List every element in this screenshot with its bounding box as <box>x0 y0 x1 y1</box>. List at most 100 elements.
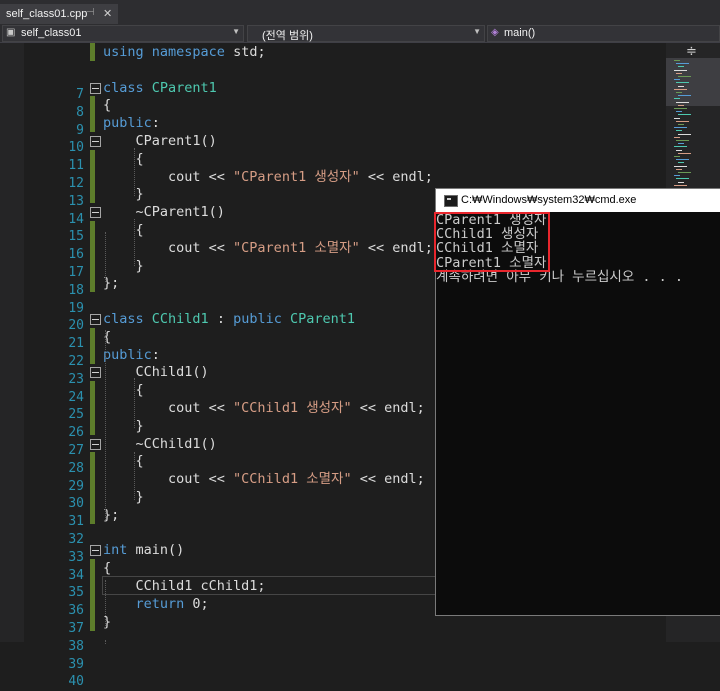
collapse-icon[interactable] <box>90 367 101 379</box>
indent-guide <box>105 330 106 520</box>
line-number: 15 <box>68 229 84 245</box>
scope-dropdown-label: (전역 범위) <box>262 30 313 42</box>
console-window[interactable]: C:₩Windows₩system32₩cmd.exe CParent1 생성자… <box>434 188 720 616</box>
change-marker <box>90 594 95 613</box>
code-line[interactable]: } <box>103 417 144 435</box>
change-marker <box>90 274 95 293</box>
code-line[interactable]: { <box>103 559 111 577</box>
line-number: 32 <box>68 532 84 547</box>
code-line[interactable]: class CParent1 <box>103 79 217 97</box>
change-marker <box>90 221 95 239</box>
minimap-line <box>678 181 684 183</box>
line-number: 28 <box>68 460 84 476</box>
change-marker <box>90 149 95 168</box>
line-number: 33 <box>68 549 84 565</box>
output-highlight-box <box>434 212 550 272</box>
method-icon: ◈ <box>491 27 499 38</box>
line-number: 39 <box>68 656 84 672</box>
minimap-line <box>674 156 680 157</box>
collapse-icon[interactable] <box>90 207 101 219</box>
code-line[interactable]: CParent1() <box>103 132 217 150</box>
pin-icon[interactable]: ⊣ <box>86 7 95 18</box>
change-marker <box>90 43 95 61</box>
minimap-line <box>674 136 680 138</box>
collapse-icon[interactable] <box>90 314 101 325</box>
change-marker <box>90 345 95 364</box>
code-line[interactable]: cout << "CParent1 소멸자" << endl; <box>103 239 433 257</box>
change-marker <box>90 559 95 578</box>
document-tab-strip: self_class01.cpp ⊣ ✕ <box>0 0 720 24</box>
code-line[interactable]: { <box>103 381 144 399</box>
file-tab[interactable]: self_class01.cpp ⊣ ✕ <box>0 4 118 24</box>
project-dropdown[interactable]: ▣ self_class01 ▼ <box>2 25 244 42</box>
change-marker <box>90 612 95 631</box>
line-number: 7 <box>76 87 84 102</box>
code-line[interactable]: { <box>103 96 111 114</box>
member-dropdown[interactable]: ◈ main() <box>487 25 720 42</box>
minimap-line <box>678 104 684 106</box>
collapse-icon[interactable] <box>90 438 101 450</box>
code-line[interactable]: } <box>103 257 144 275</box>
minimap-line <box>678 172 691 173</box>
code-line[interactable]: ~CChild1() <box>103 435 217 453</box>
code-line[interactable]: { <box>103 150 144 168</box>
code-line[interactable]: int main() <box>103 541 184 559</box>
project-icon: ▣ <box>6 27 16 38</box>
console-title: C:₩Windows₩system32₩cmd.exe <box>461 194 637 206</box>
code-line[interactable]: CChild1() <box>103 363 209 381</box>
minimap-line <box>676 149 682 151</box>
change-marker <box>90 327 95 346</box>
indent-guide <box>134 148 135 196</box>
code-line[interactable]: return 0; <box>103 595 209 613</box>
code-line[interactable]: } <box>103 185 144 203</box>
change-marker <box>90 114 95 133</box>
code-line[interactable]: { <box>103 452 144 470</box>
line-number: 36 <box>68 603 84 619</box>
code-line[interactable]: cout << "CChild1 소멸자" << endl; <box>103 470 425 488</box>
line-number: 17 <box>68 265 84 280</box>
close-icon[interactable]: ✕ <box>103 7 112 20</box>
code-line[interactable]: public: <box>103 346 160 364</box>
minimap-line <box>674 175 680 177</box>
code-line[interactable]: using namespace std; <box>103 43 266 61</box>
minimap-line <box>676 111 682 113</box>
minimap-line <box>676 82 689 84</box>
minimap-line <box>674 184 687 186</box>
line-number: 26 <box>68 425 84 441</box>
code-line[interactable]: } <box>103 488 144 506</box>
change-marker <box>90 470 95 489</box>
code-line[interactable]: cout << "CChild1 생성자" << endl; <box>103 399 425 417</box>
line-numbers: 7 8 9 10 11 12 13 14 15 16 17 18 19 20 21 22 23 24 25 26 27 2… <box>24 43 88 689</box>
change-marker <box>90 167 95 186</box>
minimap-line <box>676 92 682 93</box>
code-line[interactable]: class CChild1 : public CParent1 <box>103 310 355 328</box>
minimap-line <box>676 140 689 141</box>
code-line[interactable]: cout << "CParent1 생성자" << endl; <box>103 168 433 186</box>
code-line[interactable]: ~CParent1() <box>103 203 225 221</box>
line-number: 23 <box>68 371 84 387</box>
change-marker <box>90 96 95 115</box>
console-title-bar[interactable]: C:₩Windows₩system32₩cmd.exe <box>436 189 720 212</box>
change-marker <box>90 238 95 257</box>
code-line[interactable]: public: <box>103 114 160 132</box>
indent-guide <box>134 452 135 500</box>
line-number: 21 <box>68 336 84 352</box>
collapse-icon[interactable] <box>90 82 101 94</box>
collapse-icon[interactable] <box>90 545 101 557</box>
line-number: 12 <box>68 176 84 191</box>
collapse-icon[interactable] <box>90 136 101 147</box>
code-line[interactable]: { <box>103 221 144 239</box>
minimap-line <box>674 60 680 61</box>
line-number: 16 <box>68 247 84 263</box>
minimap-line <box>678 124 684 125</box>
split-editor-icon[interactable]: ≑ <box>686 44 697 59</box>
line-number: 20 <box>68 318 84 334</box>
change-marker <box>90 452 95 471</box>
line-number: 14 <box>68 211 84 227</box>
scope-dropdown[interactable]: (전역 범위) ▼ <box>247 25 485 42</box>
indent-guide <box>105 640 106 644</box>
minimap-line <box>678 95 691 97</box>
change-marker <box>90 399 95 417</box>
minimap-line <box>674 98 680 100</box>
line-number: 11 <box>68 158 84 174</box>
